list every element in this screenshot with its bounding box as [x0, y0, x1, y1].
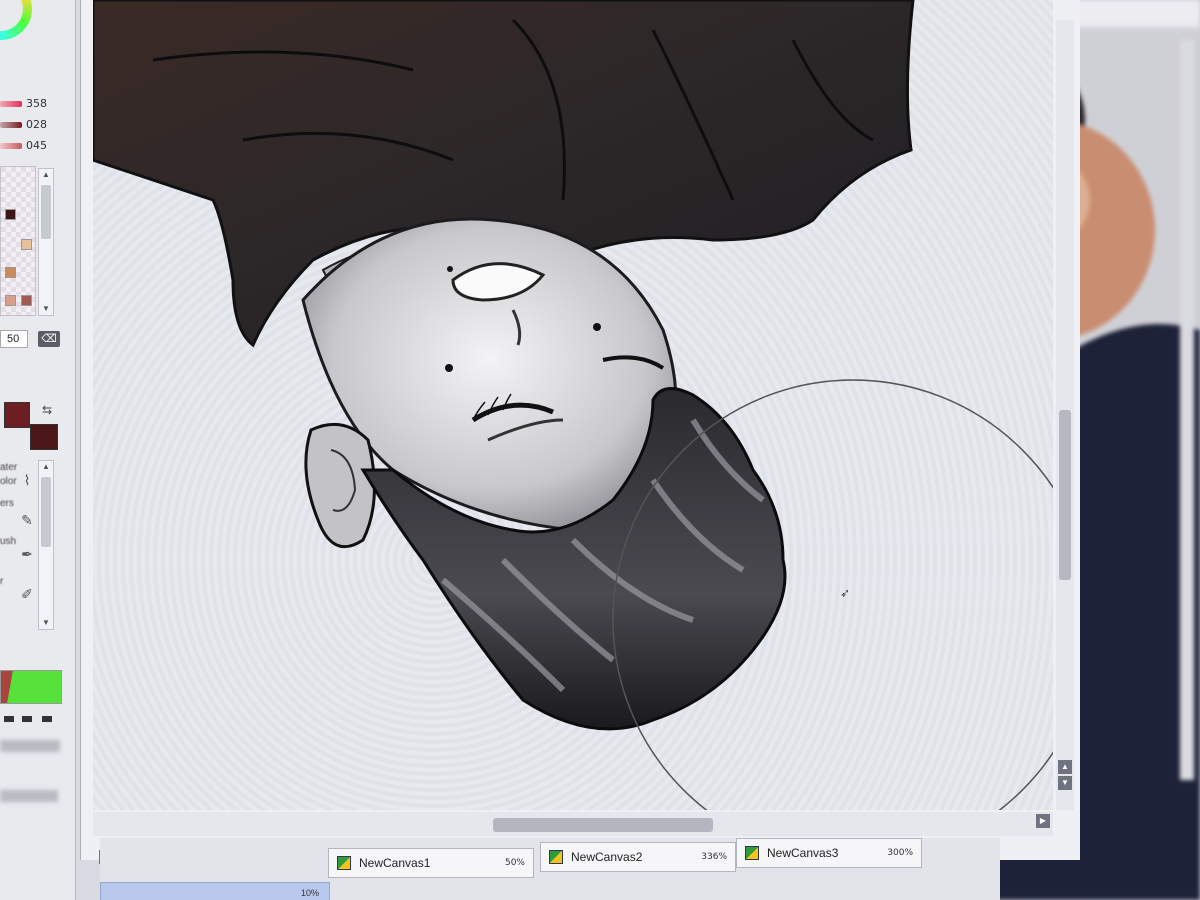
canvas-tab-bar: NewCanvas1 50% NewCanvas2 336% NewCanvas… — [100, 838, 1000, 900]
tab-name: NewCanvas3 — [767, 846, 839, 860]
tab-name: NewCanvas1 — [359, 856, 431, 870]
color-palette[interactable] — [0, 166, 36, 316]
tab-newcanvas3[interactable]: NewCanvas3 300% — [736, 838, 922, 868]
portrait-illustration — [93, 0, 1053, 810]
palette-scroll-thumb[interactable] — [41, 185, 51, 239]
canvas-vscroll-thumb[interactable] — [1059, 410, 1071, 580]
mole — [447, 266, 453, 272]
tool-label: ers — [0, 498, 14, 509]
density-dot[interactable] — [4, 716, 14, 722]
tab-zoom: 10% — [301, 888, 320, 898]
palette-swatch[interactable] — [21, 295, 32, 306]
ear — [304, 422, 376, 549]
palette-swatch[interactable] — [21, 239, 32, 250]
tool-brush[interactable]: ush — [0, 536, 40, 547]
scroll-down-icon[interactable]: ▼ — [39, 617, 53, 629]
tool-label: ater — [0, 462, 18, 473]
tool-scroll-thumb[interactable] — [41, 477, 51, 547]
brush-size-field[interactable]: 50 — [0, 330, 28, 348]
scroll-up-icon[interactable]: ▲ — [39, 461, 53, 473]
tab-zoom: 300% — [887, 848, 913, 858]
tool-label: r — [0, 576, 4, 587]
canvas-horizontal-scrollbar[interactable] — [93, 812, 1053, 836]
color-wheel[interactable] — [0, 0, 32, 40]
blurred-setting — [0, 740, 60, 752]
canvas-window: ➶ ▲ ▼ ◀ ▶ — [80, 0, 1080, 864]
saturation-value: 028 — [26, 118, 47, 131]
canvas-hscroll-thumb[interactable] — [493, 818, 713, 832]
scroll-down-icon[interactable]: ▼ — [1058, 776, 1072, 790]
tool-erasers[interactable]: ers — [0, 498, 40, 509]
blur-icon[interactable]: ✐ — [18, 586, 36, 604]
tool-blur[interactable]: r — [0, 576, 40, 587]
palette-scrollbar[interactable]: ▲ ▼ — [38, 168, 54, 316]
value-value: 045 — [26, 139, 47, 152]
scroll-up-icon[interactable]: ▲ — [39, 169, 53, 181]
background-color[interactable] — [30, 424, 58, 450]
tab-active-canvas[interactable]: 10% — [100, 882, 330, 900]
canvas-file-icon — [549, 850, 563, 864]
color-preview-swatch[interactable] — [0, 670, 62, 704]
monitor-screen: 358 028 045 ▲ ▼ 50 ⌫ ⇆ ater ⌇ olor ✎ ers… — [0, 0, 1200, 900]
value-slider-track[interactable] — [0, 143, 22, 149]
density-dot[interactable] — [22, 716, 32, 722]
tab-zoom: 336% — [701, 852, 727, 862]
canvas-file-icon — [745, 846, 759, 860]
tool-color[interactable]: olor — [0, 476, 40, 487]
palette-swatch[interactable] — [5, 295, 16, 306]
hue-value: 358 — [26, 97, 47, 110]
foreground-color[interactable] — [4, 402, 30, 428]
canvas-file-icon — [337, 856, 351, 870]
blurred-setting — [0, 790, 58, 802]
palette-swatch[interactable] — [5, 209, 16, 220]
tab-newcanvas1[interactable]: NewCanvas1 50% — [328, 848, 534, 878]
pen-icon[interactable]: ✎ — [18, 512, 36, 530]
density-dot[interactable] — [42, 716, 52, 722]
mole — [445, 364, 453, 372]
eraser-icon[interactable]: ⌫ — [38, 331, 60, 347]
tool-list-scrollbar[interactable]: ▲ ▼ — [38, 460, 54, 630]
arrow-cursor-icon: ➶ — [840, 586, 851, 600]
hue-slider-track[interactable] — [0, 101, 22, 107]
drawing-canvas[interactable]: ➶ — [93, 0, 1053, 810]
tab-name: NewCanvas2 — [571, 850, 643, 864]
scroll-up-icon[interactable]: ▲ — [1058, 760, 1072, 774]
swap-colors-icon[interactable]: ⇆ — [42, 403, 52, 417]
tab-newcanvas2[interactable]: NewCanvas2 336% — [540, 842, 736, 872]
tool-label: olor — [0, 476, 17, 487]
value-slider[interactable]: 045 — [0, 138, 60, 154]
marker-icon[interactable]: ✒ — [18, 546, 36, 564]
canvas-vertical-scrollbar[interactable] — [1056, 20, 1074, 810]
tool-panel: 358 028 045 ▲ ▼ 50 ⌫ ⇆ ater ⌇ olor ✎ ers… — [0, 0, 76, 900]
scroll-right-icon[interactable]: ▶ — [1036, 814, 1050, 828]
mole — [593, 323, 601, 331]
saturation-slider[interactable]: 028 — [0, 117, 60, 133]
tool-label: ush — [0, 536, 17, 547]
palette-swatch[interactable] — [5, 267, 16, 278]
saturation-slider-track[interactable] — [0, 122, 22, 128]
hue-slider[interactable]: 358 — [0, 96, 60, 112]
tab-zoom: 50% — [504, 858, 525, 868]
scroll-down-icon[interactable]: ▼ — [39, 303, 53, 315]
